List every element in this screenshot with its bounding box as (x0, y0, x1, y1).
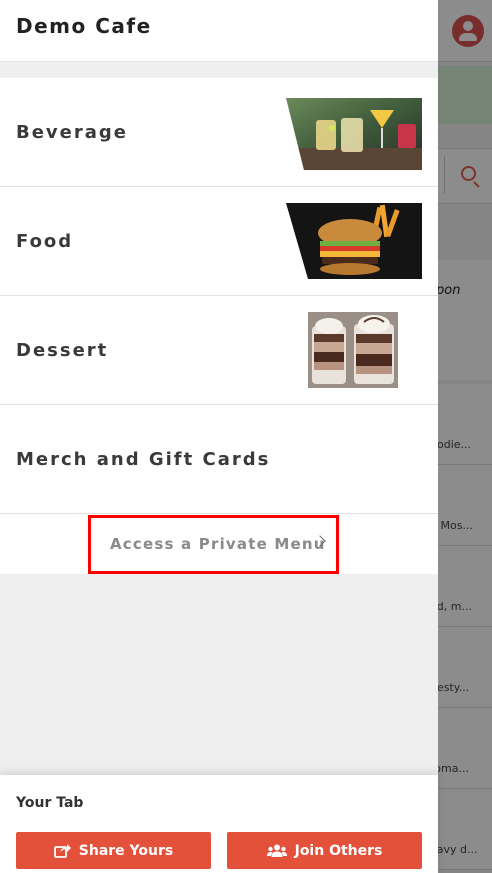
category-label: Food (16, 231, 74, 252)
category-label: Beverage (16, 122, 128, 143)
beverage-image (286, 98, 422, 170)
category-beverage[interactable]: Beverage (0, 78, 438, 187)
access-private-menu-row[interactable]: Access a Private Menu (0, 514, 438, 574)
category-food[interactable]: Food (0, 187, 438, 296)
users-icon (266, 844, 287, 857)
category-list: Beverage Food Dessert Merch and Gift Car… (0, 78, 438, 574)
menu-drawer: Demo Cafe Beverage Food Dessert Merch an… (0, 0, 438, 873)
food-image (286, 203, 422, 279)
drawer-title: Demo Cafe (16, 14, 152, 38)
access-private-menu-link[interactable]: Access a Private Menu (110, 535, 326, 553)
join-others-label: Join Others (294, 842, 383, 859)
category-dessert[interactable]: Dessert (0, 296, 438, 405)
share-yours-button[interactable]: Share Yours (16, 832, 211, 869)
category-label: Merch and Gift Cards (16, 449, 271, 470)
share-icon (53, 844, 71, 858)
drawer-header: Demo Cafe (0, 0, 438, 62)
share-yours-label: Share Yours (78, 842, 174, 859)
join-others-button[interactable]: Join Others (227, 832, 422, 869)
your-tab-title: Your Tab (16, 795, 84, 811)
category-label: Dessert (16, 340, 109, 361)
category-merch-gift-cards[interactable]: Merch and Gift Cards (0, 405, 438, 514)
dessert-image (308, 312, 398, 388)
your-tab-footer: Your Tab Share Yours Join Others (0, 775, 438, 873)
